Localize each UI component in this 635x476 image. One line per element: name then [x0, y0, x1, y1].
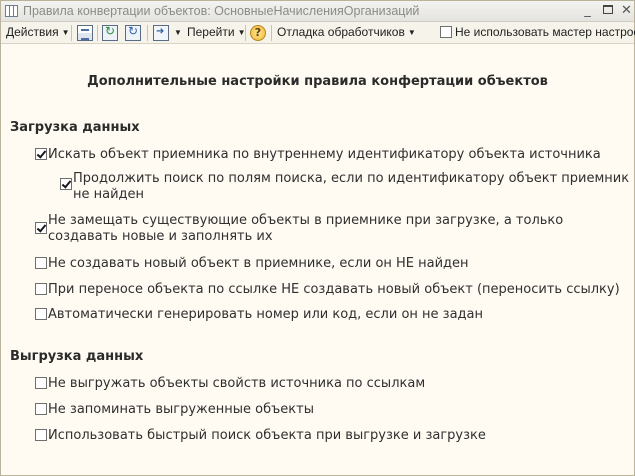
fast-search-checkbox[interactable]	[35, 429, 47, 441]
option-label: Не выгружать объекты свойств источника п…	[48, 376, 426, 391]
option-label: Продолжить поиск по полям поиска, если п…	[73, 171, 630, 186]
do-not-remember-checkbox[interactable]	[35, 403, 47, 415]
actions-menu-label: Действия	[6, 25, 59, 39]
option-label: Автоматически генерировать номер или код…	[48, 307, 483, 322]
refresh-icon[interactable]	[102, 24, 118, 41]
option-label: Не создавать новый объект в приемнике, е…	[48, 256, 469, 271]
transfer-reference-checkbox[interactable]	[35, 283, 47, 295]
minimize-button[interactable]: _	[579, 3, 596, 19]
maximize-icon	[602, 5, 613, 14]
goto-menu-label: Перейти	[187, 25, 235, 39]
option-do-not-create-new[interactable]: Не создавать новый объект в приемнике, е…	[35, 256, 625, 272]
option-label-line2: не найден	[73, 187, 145, 202]
debug-handlers-menu-button[interactable]: Отладка обработчиков ▼	[277, 22, 416, 44]
toolbar: Действия▼ ▼ Перейти▼ ? Отладка обработчи…	[1, 22, 635, 44]
no-wizard-label[interactable]: Не использовать мастер настроек	[455, 22, 635, 44]
toolbar-divider	[97, 25, 98, 41]
page-title: Дополнительные настройки правила конферт…	[87, 74, 548, 89]
do-not-create-checkbox[interactable]	[35, 257, 47, 269]
chevron-down-icon: ▼	[174, 28, 182, 37]
reload-icon[interactable]	[125, 24, 141, 41]
option-label: Не запоминать выгруженные объекты	[48, 402, 314, 417]
table-settings-icon[interactable]	[77, 25, 93, 41]
continue-search-checkbox[interactable]	[60, 178, 72, 190]
toolbar-divider	[147, 25, 148, 41]
option-do-not-unload-properties[interactable]: Не выгружать объекты свойств источника п…	[35, 376, 625, 392]
actions-menu-button[interactable]: Действия ▼	[6, 22, 70, 44]
no-wizard-checkbox[interactable]	[440, 26, 452, 38]
do-not-replace-checkbox[interactable]	[35, 222, 47, 234]
option-label: Не замещать существующие объекты в прием…	[48, 213, 564, 228]
option-label: Использовать быстрый поиск объекта при в…	[48, 428, 486, 443]
option-label-line2: создавать новые и заполнять их	[48, 229, 273, 244]
window-title: Правила конвертации объектов: ОсновныеНа…	[23, 4, 420, 18]
toolbar-divider	[245, 25, 246, 41]
search-by-id-checkbox[interactable]	[35, 148, 47, 160]
option-fast-search[interactable]: Использовать быстрый поиск объекта при в…	[35, 428, 625, 444]
help-icon[interactable]: ?	[250, 25, 266, 41]
chevron-down-icon: ▼	[61, 28, 70, 37]
do-not-unload-checkbox[interactable]	[35, 377, 47, 389]
table-icon	[5, 5, 18, 17]
settings-window: Правила конвертации объектов: ОсновныеНа…	[0, 0, 635, 476]
option-do-not-remember-unloaded[interactable]: Не запоминать выгруженные объекты	[35, 402, 625, 418]
option-label: Искать объект приемника по внутреннему и…	[48, 147, 601, 162]
auto-generate-checkbox[interactable]	[35, 308, 47, 320]
option-auto-generate-number[interactable]: Автоматически генерировать номер или код…	[35, 307, 625, 323]
load-section-title: Загрузка данных	[10, 120, 140, 135]
debug-handlers-label: Отладка обработчиков	[277, 25, 405, 39]
toolbar-divider	[71, 25, 72, 41]
unload-section-title: Выгрузка данных	[10, 349, 144, 364]
go-to-icon[interactable]	[153, 25, 169, 41]
option-transfer-reference[interactable]: При переносе объекта по ссылке НЕ создав…	[35, 282, 630, 298]
close-button[interactable]: ✕	[618, 3, 635, 19]
go-to-dropdown-arrow[interactable]: ▼	[171, 22, 182, 44]
option-search-by-internal-id[interactable]: Искать объект приемника по внутреннему и…	[35, 147, 625, 163]
toolbar-divider	[271, 25, 272, 41]
option-label: При переносе объекта по ссылке НЕ создав…	[48, 282, 620, 297]
option-do-not-replace-existing[interactable]: Не замещать существующие объекты в прием…	[35, 213, 625, 247]
option-continue-search-by-fields[interactable]: Продолжить поиск по полям поиска, если п…	[60, 171, 630, 205]
chevron-down-icon: ▼	[407, 28, 416, 37]
title-bar[interactable]: Правила конвертации объектов: ОсновныеНа…	[1, 1, 634, 22]
maximize-button[interactable]	[599, 3, 616, 19]
goto-menu-button[interactable]: Перейти ▼	[187, 22, 245, 44]
